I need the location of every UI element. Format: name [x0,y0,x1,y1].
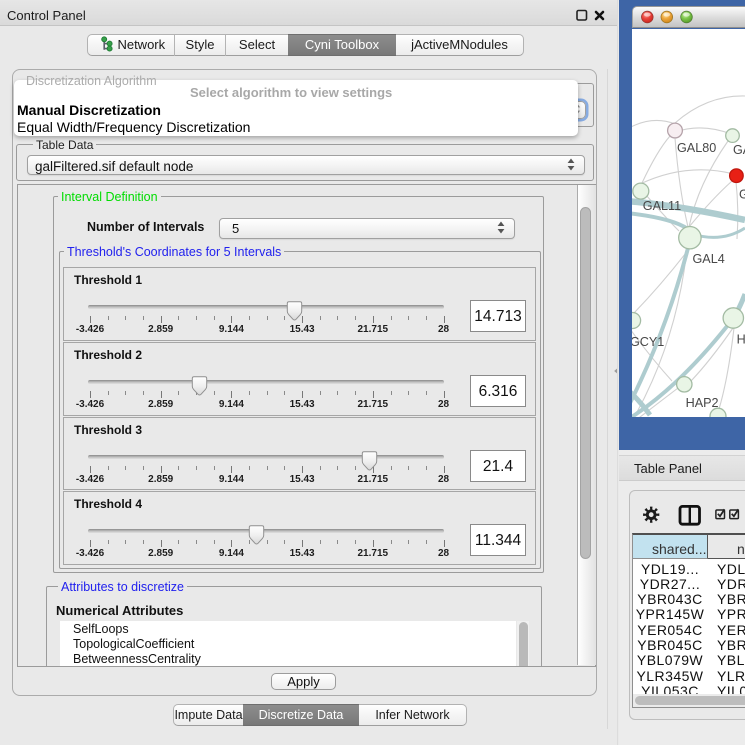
svg-text:G: G [739,188,745,202]
svg-text:GAL80: GAL80 [677,141,716,155]
svg-text:H: H [737,333,745,347]
svg-text:GCY1: GCY1 [632,335,664,349]
svg-text:GA: GA [733,143,745,157]
svg-text:GAL4: GAL4 [693,252,725,266]
svg-text:HAP2: HAP2 [686,396,719,410]
svg-text:GAL11: GAL11 [643,199,681,213]
